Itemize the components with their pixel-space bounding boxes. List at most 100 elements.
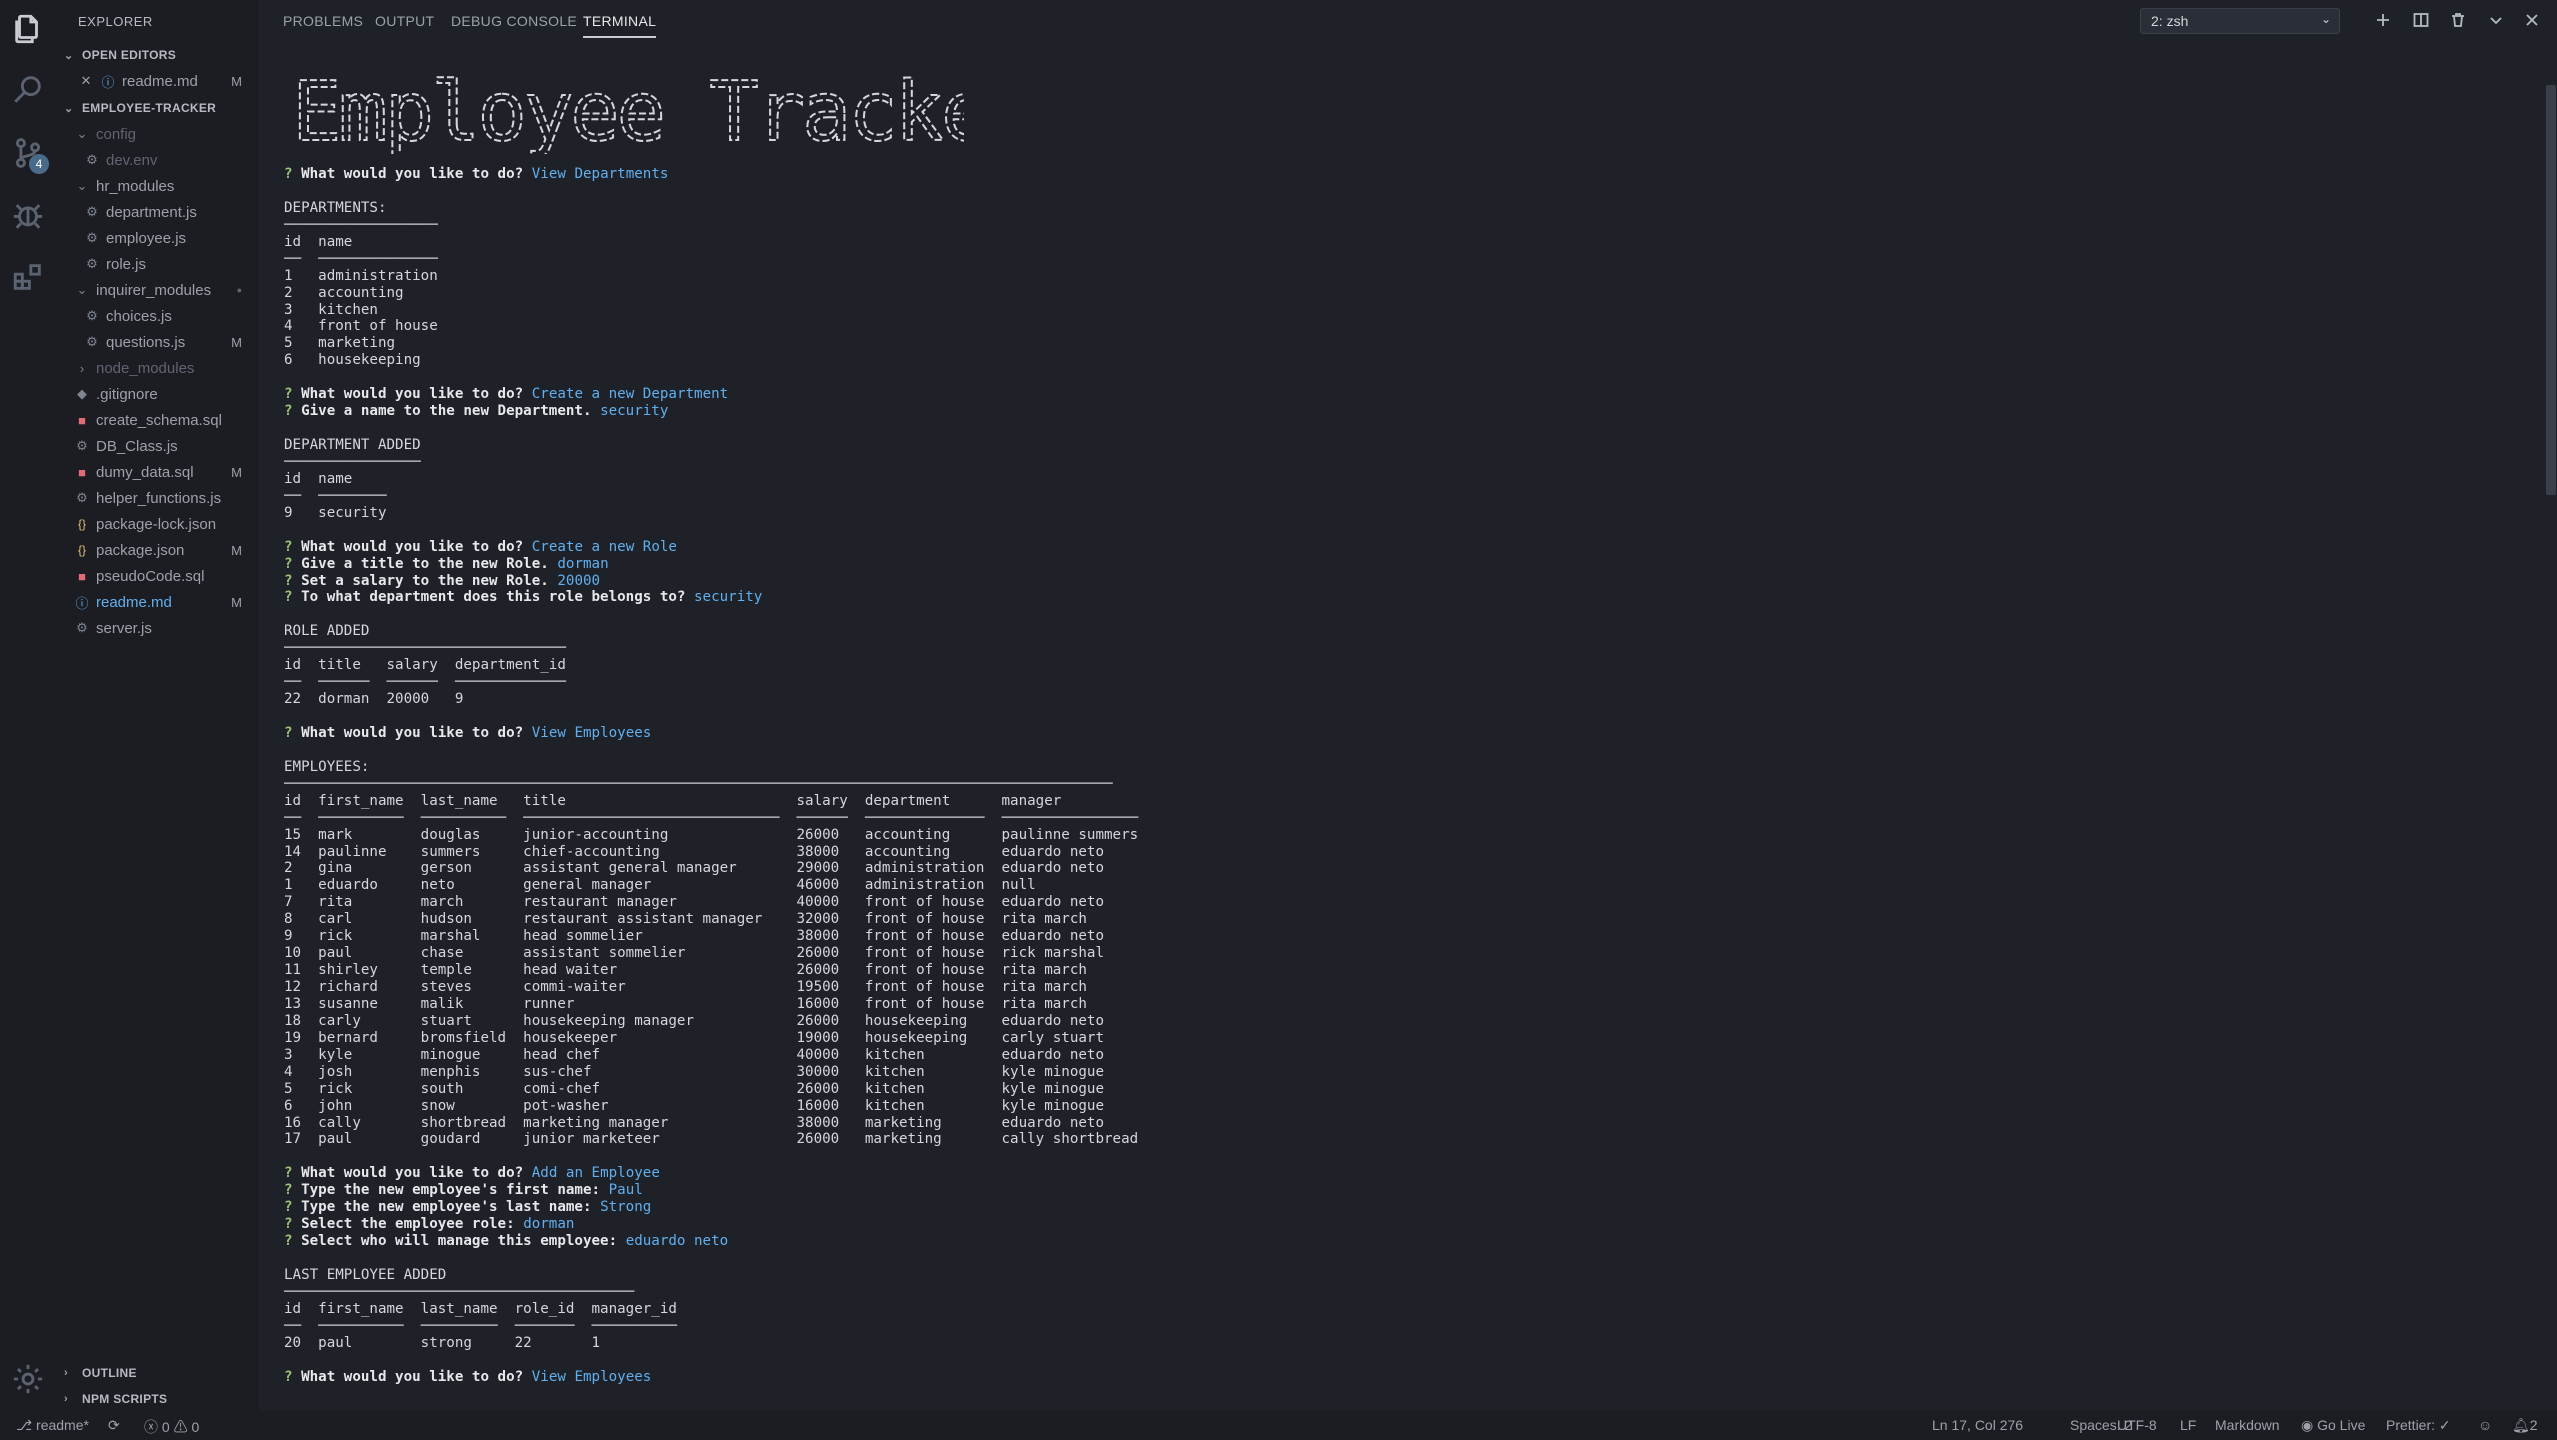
- output-line: 14 paulinne summers chief-accounting 380…: [284, 843, 1104, 860]
- problems-status[interactable]: ⓧ 0 ⚠ 0: [144, 1417, 199, 1437]
- tab-debug-console[interactable]: DEBUG CONSOLE: [451, 13, 577, 29]
- split-terminal-icon[interactable]: [2409, 8, 2433, 32]
- prompt-answer: 20000: [557, 572, 601, 589]
- output-line: LAST EMPLOYEE ADDED: [284, 1266, 447, 1283]
- tree-item-label: package.json: [96, 541, 185, 559]
- tree-file[interactable]: ⚙ role.js: [56, 251, 258, 277]
- prompt-question: What would you like to do?: [301, 1368, 524, 1385]
- tree-file[interactable]: ⓘ readme.md M: [56, 589, 258, 615]
- database-file-icon: ■: [78, 412, 86, 428]
- tab-problems[interactable]: PROBLEMS: [283, 13, 363, 29]
- tree-folder[interactable]: ⌄ inquirer_modules ●: [56, 277, 258, 303]
- notifications[interactable]: 🔔︎2: [2512, 1417, 2538, 1434]
- terminal-output[interactable]: Employee Tracker ? What would you like t…: [284, 54, 2534, 1406]
- npm-scripts-section[interactable]: › NPM SCRIPTS: [64, 1388, 167, 1410]
- prompt-question: What would you like to do?: [301, 1165, 524, 1182]
- panel-tabs: PROBLEMS OUTPUT DEBUG CONSOLE TERMINAL 2…: [258, 0, 2557, 42]
- info-icon: ⓘ: [75, 595, 89, 611]
- feedback-icon[interactable]: ☺: [2478, 1417, 2492, 1433]
- debug-icon[interactable]: [9, 196, 47, 234]
- chevron-down-icon: ⌄: [76, 282, 88, 297]
- prompt-answer: Add an Employee: [531, 1165, 660, 1182]
- gear-icon: ⚙: [86, 334, 98, 349]
- output-line: 2 gina gerson assistant general manager …: [284, 860, 1104, 877]
- chevron-down-icon[interactable]: [2484, 8, 2508, 32]
- go-live[interactable]: ◉ Go Live: [2301, 1417, 2365, 1434]
- output-line: ── ──────────────: [284, 250, 438, 267]
- git-file-icon: ◆: [77, 386, 87, 401]
- tree-file[interactable]: ■ pseudoCode.sql: [56, 563, 258, 589]
- chevron-down-icon: ⌄: [2320, 12, 2331, 26]
- tree-file[interactable]: ⚙ department.js: [56, 199, 258, 225]
- explorer-title: EXPLORER: [78, 14, 153, 29]
- eol[interactable]: LF: [2180, 1417, 2196, 1433]
- status-bar: ⎇ readme* ⟳ ⓧ 0 ⚠ 0 Ln 17, Col 276 Space…: [0, 1410, 2557, 1440]
- gear-icon: ⚙: [86, 256, 98, 271]
- terminal-scrollbar[interactable]: [2546, 85, 2556, 495]
- output-line: 1 eduardo neto general manager 46000 adm…: [284, 877, 1036, 894]
- output-line: 13 susanne malik runner 16000 front of h…: [284, 995, 1087, 1012]
- tree-file[interactable]: ⚙ choices.js: [56, 303, 258, 329]
- tree-file[interactable]: {} package-lock.json: [56, 511, 258, 537]
- tree-file[interactable]: {} package.json M: [56, 537, 258, 563]
- tree-file[interactable]: ⚙ helper_functions.js: [56, 485, 258, 511]
- files-icon[interactable]: [9, 10, 47, 48]
- tree-file[interactable]: ■ create_schema.sql: [56, 407, 258, 433]
- close-icon[interactable]: ✕: [78, 73, 94, 89]
- language-mode[interactable]: Markdown: [2215, 1417, 2280, 1433]
- tree-file[interactable]: ⚙ employee.js: [56, 225, 258, 251]
- source-control-icon[interactable]: 4: [9, 134, 49, 174]
- search-icon[interactable]: [9, 70, 47, 108]
- open-editors-section[interactable]: ⌄ OPEN EDITORS: [64, 44, 176, 66]
- prompt-line: ? What would you like to do? Add an Empl…: [284, 1165, 1138, 1182]
- explorer-sidebar: EXPLORER ⌄ OPEN EDITORS ✕ ⓘ readme.md M …: [56, 0, 258, 1410]
- trash-icon[interactable]: [2446, 8, 2470, 32]
- prompt-marker: ?: [284, 1199, 302, 1216]
- output-line: 12 richard steves commi-waiter 19500 fro…: [284, 979, 1087, 995]
- tree-folder[interactable]: ⌄ hr_modules: [56, 173, 258, 199]
- cursor-position[interactable]: Ln 17, Col 276: [1932, 1417, 2023, 1433]
- tree-file[interactable]: ◆ .gitignore: [56, 381, 258, 407]
- terminal-select[interactable]: 2: zsh ⌄: [2140, 8, 2340, 34]
- tree-folder[interactable]: › node_modules: [56, 355, 258, 381]
- branch-status[interactable]: ⎇ readme*: [16, 1417, 89, 1434]
- extensions-icon[interactable]: [9, 258, 47, 296]
- tree-file[interactable]: ⚙ server.js: [56, 615, 258, 641]
- output-line: 10 paul chase assistant sommelier 26000 …: [284, 945, 1104, 962]
- project-section[interactable]: ⌄ EMPLOYEE-TRACKER: [64, 97, 216, 119]
- prompt-question: Set a salary to the new Role.: [301, 572, 549, 589]
- prompt-answer: security: [694, 589, 763, 606]
- settings-gear-icon[interactable]: [9, 1360, 47, 1398]
- output-line: 8 carl hudson restaurant assistant manag…: [284, 911, 1087, 928]
- chevron-right-icon: ›: [64, 1367, 68, 1379]
- tree-file[interactable]: ■ dumy_data.sql M: [56, 459, 258, 485]
- tree-file[interactable]: ⚙ DB_Class.js: [56, 433, 258, 459]
- chevron-right-icon: ›: [79, 360, 85, 376]
- tree-file[interactable]: ⚙ questions.js M: [56, 329, 258, 355]
- tab-output[interactable]: OUTPUT: [375, 13, 434, 29]
- prettier-status[interactable]: Prettier: ✓: [2386, 1417, 2451, 1434]
- tree-file[interactable]: ⚙ dev.env: [56, 147, 258, 173]
- output-line: ────────────────────────────────────────…: [284, 775, 1113, 792]
- prompt-line: ? What would you like to do? View Employ…: [284, 725, 1138, 742]
- open-editor-item[interactable]: ✕ ⓘ readme.md M: [56, 68, 258, 94]
- new-terminal-icon[interactable]: [2371, 8, 2395, 32]
- close-panel-icon[interactable]: [2520, 8, 2544, 32]
- prompt-answer: security: [600, 403, 669, 420]
- tree-folder[interactable]: ⌄ config: [56, 121, 258, 147]
- encoding[interactable]: UTF-8: [2117, 1417, 2157, 1433]
- gear-icon: ⚙: [76, 620, 88, 635]
- modified-mark: M: [231, 464, 242, 480]
- tab-terminal[interactable]: TERMINAL: [583, 13, 657, 38]
- info-icon: ⓘ: [101, 74, 115, 90]
- sync-icon[interactable]: ⟳: [108, 1417, 120, 1434]
- outline-section[interactable]: › OUTLINE: [64, 1362, 137, 1384]
- output-line: EMPLOYEES:: [284, 758, 370, 775]
